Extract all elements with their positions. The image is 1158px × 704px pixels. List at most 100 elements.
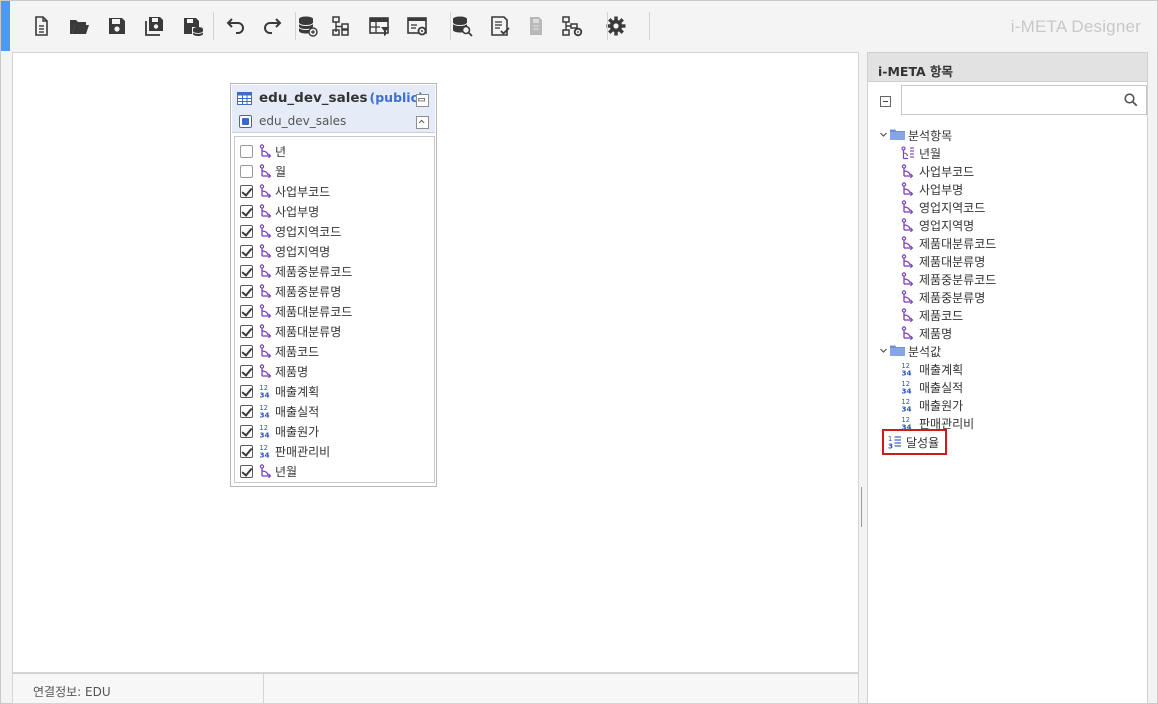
column-row[interactable]: 제품코드 <box>240 342 319 360</box>
panel-splitter[interactable] <box>861 487 866 527</box>
column-checkbox[interactable] <box>240 144 253 158</box>
svg-text:34: 34 <box>260 431 270 439</box>
tree-item[interactable]: 제품코드 <box>901 306 963 324</box>
tree-item[interactable]: 12 34 판매관리비 <box>901 414 975 432</box>
column-row[interactable]: 사업부코드 <box>240 182 330 200</box>
column-row[interactable]: 영업지역명 <box>240 242 330 260</box>
toolbar: i-META Designer <box>1 1 1157 51</box>
column-checkbox[interactable] <box>240 204 253 218</box>
column-label: 제품코드 <box>275 344 320 359</box>
column-row[interactable]: 년 <box>240 142 286 160</box>
column-checkbox[interactable] <box>240 224 253 238</box>
measure-icon: 12 34 <box>259 404 273 420</box>
hierarchy-button[interactable] <box>326 10 356 42</box>
column-label: 매출계획 <box>275 384 320 399</box>
tree-item[interactable]: 영업지역명 <box>901 216 974 234</box>
folder-icon <box>890 128 908 143</box>
column-row[interactable]: 월 <box>240 162 286 180</box>
save-db-icon <box>184 18 204 36</box>
svg-text:34: 34 <box>902 369 912 377</box>
column-checkbox[interactable] <box>240 364 253 378</box>
column-checkbox[interactable] <box>240 404 253 418</box>
column-row[interactable]: 12 34 매출계획 <box>240 382 319 400</box>
column-row[interactable]: 제품대분류명 <box>240 322 341 340</box>
tree-item[interactable]: 12 34 매출실적 <box>901 378 964 396</box>
table-node-menu-button[interactable] <box>416 94 429 107</box>
chevron-down-icon[interactable] <box>879 128 890 142</box>
tree-item[interactable]: 제품중분류명 <box>901 288 985 306</box>
table-filter-button[interactable] <box>364 10 394 42</box>
toolbar-separator <box>213 12 214 40</box>
list-check-button[interactable] <box>485 10 515 42</box>
window-settings-icon <box>407 17 427 36</box>
tree-settings-button[interactable] <box>557 10 587 42</box>
save-all-button[interactable] <box>139 10 169 42</box>
gear-button[interactable] <box>601 10 631 42</box>
column-checkbox[interactable] <box>240 324 253 338</box>
table-node[interactable]: edu_dev_sales (public) edu_dev_sales 년 월사업… <box>230 83 437 487</box>
document-disabled-button[interactable] <box>521 10 551 42</box>
tree-item[interactable]: 영업지역코드 <box>901 198 985 216</box>
db-connect-icon <box>298 16 318 37</box>
column-row[interactable]: 제품중분류명 <box>240 282 341 300</box>
tree-item[interactable]: 12 34 매출원가 <box>901 396 964 414</box>
column-row[interactable]: 영업지역코드 <box>240 222 341 240</box>
db-search-button[interactable] <box>447 10 477 42</box>
redo-button[interactable] <box>258 10 288 42</box>
table-node-header[interactable]: edu_dev_sales (public) edu_dev_sales <box>232 85 435 133</box>
dimension-icon <box>901 290 915 305</box>
tree-item[interactable]: 제품중분류코드 <box>901 270 996 288</box>
column-checkbox[interactable] <box>240 444 253 458</box>
column-row[interactable]: 제품대분류코드 <box>240 302 352 320</box>
column-row[interactable]: 사업부명 <box>240 202 319 220</box>
column-checkbox[interactable] <box>240 164 253 178</box>
dimension-icon <box>901 326 915 341</box>
tree-group[interactable]: 분석항목 <box>879 126 952 144</box>
tree-group[interactable]: 분석값 <box>879 342 941 360</box>
column-row[interactable]: 12 34 매출원가 <box>240 422 319 440</box>
tree-item-selected[interactable]: 1 3 달성율 <box>881 429 948 455</box>
tree-item[interactable]: 제품대분류코드 <box>901 234 996 252</box>
save-button[interactable] <box>102 10 132 42</box>
table-alias-radio[interactable] <box>239 115 252 128</box>
column-row[interactable]: 12 34 매출실적 <box>240 402 319 420</box>
collapse-table-button[interactable] <box>416 116 429 129</box>
column-checkbox[interactable] <box>240 304 253 318</box>
search-input[interactable] <box>908 91 1108 109</box>
tree-item[interactable]: 사업부코드 <box>901 162 974 180</box>
column-row[interactable]: 제품명 <box>240 362 308 380</box>
column-checkbox[interactable] <box>240 284 253 298</box>
column-checkbox[interactable] <box>240 264 253 278</box>
open-folder-button[interactable] <box>64 10 94 42</box>
tree-item[interactable]: 12 34 매출계획 <box>901 360 964 378</box>
save-db-button[interactable] <box>178 10 208 42</box>
tree-item[interactable]: 제품대분류명 <box>901 252 985 270</box>
tree-item-label: 제품중분류코드 <box>919 272 997 287</box>
tree-item-label: 년월 <box>919 146 942 161</box>
tree-item-label: 매출계획 <box>919 362 964 377</box>
column-checkbox[interactable] <box>240 464 253 478</box>
column-checkbox[interactable] <box>240 344 253 358</box>
db-connect-button[interactable] <box>292 10 322 42</box>
panel-header: i-META 항목 <box>868 53 1147 82</box>
column-checkbox[interactable] <box>240 424 253 438</box>
window-settings-button[interactable] <box>402 10 432 42</box>
tree-item-label: 영업지역코드 <box>919 200 986 215</box>
tree-item[interactable]: 년월 <box>901 144 941 162</box>
collapse-all-button[interactable] <box>880 96 891 107</box>
column-row[interactable]: 년월 <box>240 462 297 480</box>
column-checkbox[interactable] <box>240 184 253 198</box>
chevron-down-icon[interactable] <box>879 344 890 358</box>
undo-button[interactable] <box>220 10 250 42</box>
column-label: 매출실적 <box>275 404 320 419</box>
tree-item[interactable]: 사업부명 <box>901 180 963 198</box>
column-row[interactable]: 12 34 판매관리비 <box>240 442 330 460</box>
table-name: edu_dev_sales <box>259 90 368 106</box>
new-file-icon <box>35 16 48 36</box>
new-file-button[interactable] <box>26 10 56 42</box>
search-icon[interactable] <box>1124 93 1138 107</box>
column-row[interactable]: 제품중분류코드 <box>240 262 352 280</box>
tree-item[interactable]: 제품명 <box>901 324 952 342</box>
column-checkbox[interactable] <box>240 384 253 398</box>
column-checkbox[interactable] <box>240 244 253 258</box>
